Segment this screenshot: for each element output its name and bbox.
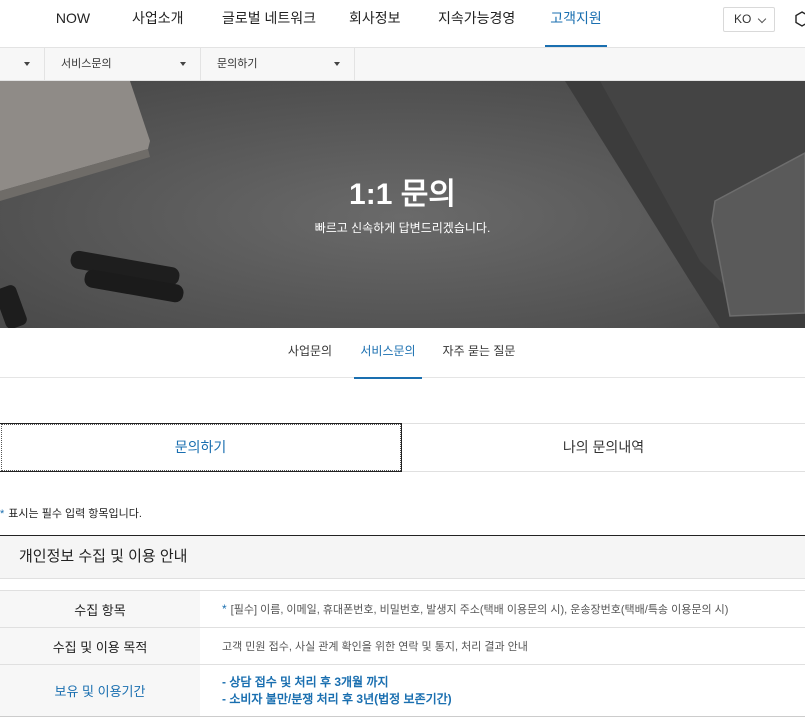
row-header: 수집 및 이용 목적 xyxy=(0,628,200,664)
row-value-text: [필수] 이름, 이메일, 휴대폰번호, 비밀번호, 발생지 주소(택배 이용문… xyxy=(230,604,729,616)
row-value: * [필수] 이름, 이메일, 휴대폰번호, 비밀번호, 발생지 주소(택배 이… xyxy=(222,591,728,627)
table-row: 보유 및 이용기간 - 상담 접수 및 처리 후 3개월 까지 - 소비자 불만… xyxy=(0,664,805,717)
gnb-item-global-network[interactable]: 글로벌 네트워크 xyxy=(222,0,316,47)
row-header: 보유 및 이용기간 xyxy=(0,665,200,716)
breadcrumb: 서비스문의 문의하기 xyxy=(0,47,805,81)
breadcrumb-depth3[interactable]: 문의하기 xyxy=(201,48,355,80)
hexagon-icon[interactable] xyxy=(795,11,805,27)
privacy-section-title: 개인정보 수집 및 이용 안내 xyxy=(0,535,805,579)
chevron-down-icon xyxy=(757,14,767,24)
gnb-item-company[interactable]: 회사정보 xyxy=(349,0,401,47)
caret-down-icon xyxy=(24,62,30,66)
required-note-text: 표시는 필수 입력 항목입니다. xyxy=(8,508,142,520)
breadcrumb-label: 서비스문의 xyxy=(61,58,112,70)
hero-banner: 1:1 문의 빠르고 신속하게 답변드리겠습니다. xyxy=(0,81,805,328)
caret-down-icon xyxy=(180,62,186,66)
sub-tabs: 사업문의 서비스문의 자주 묻는 질문 xyxy=(0,328,805,379)
retention-line: - 소비자 불만/분쟁 처리 후 3년(법정 보존기간) xyxy=(222,691,452,706)
row-value-text: 고객 민원 접수, 사실 관계 확인을 위한 연락 및 통지, 처리 결과 안내 xyxy=(222,641,528,653)
privacy-table: 수집 항목 * [필수] 이름, 이메일, 휴대폰번호, 비밀번호, 발생지 주… xyxy=(0,590,805,717)
tab-my-inquiries[interactable]: 나의 문의내역 xyxy=(402,423,805,472)
tab-service-inquiry[interactable]: 서비스문의 xyxy=(354,328,422,379)
caret-down-icon xyxy=(334,62,340,66)
language-select[interactable]: KO xyxy=(723,7,775,32)
required-star: * xyxy=(222,602,227,616)
gnb-item-sustainability[interactable]: 지속가능경영 xyxy=(438,0,515,47)
language-value: KO xyxy=(734,12,752,26)
page-title: 1:1 문의 xyxy=(349,178,456,211)
required-star: * xyxy=(0,508,5,520)
row-value: - 상담 접수 및 처리 후 3개월 까지 - 소비자 불만/분쟁 처리 후 3… xyxy=(222,665,452,716)
breadcrumb-label: 문의하기 xyxy=(217,58,258,70)
tab-faq[interactable]: 자주 묻는 질문 xyxy=(438,328,520,378)
retention-line: - 상담 접수 및 처리 후 3개월 까지 xyxy=(222,674,389,689)
row-value: 고객 민원 접수, 사실 관계 확인을 위한 연락 및 통지, 처리 결과 안내 xyxy=(222,628,528,664)
breadcrumb-depth2[interactable]: 서비스문의 xyxy=(45,48,201,80)
tab-make-inquiry[interactable]: 문의하기 xyxy=(0,423,402,472)
gnb-item-customer-support[interactable]: 고객지원 xyxy=(545,0,607,47)
row-header: 수집 항목 xyxy=(0,591,200,627)
gnb-item-business[interactable]: 사업소개 xyxy=(132,0,184,47)
table-row: 수집 항목 * [필수] 이름, 이메일, 휴대폰번호, 비밀번호, 발생지 주… xyxy=(0,590,805,627)
page-subtitle: 빠르고 신속하게 답변드리겠습니다. xyxy=(314,221,491,235)
breadcrumb-depth1[interactable] xyxy=(0,48,45,80)
required-note: * 표시는 필수 입력 항목입니다. xyxy=(0,505,142,521)
tab-business-inquiry[interactable]: 사업문의 xyxy=(284,328,336,378)
global-nav: NOW 사업소개 글로벌 네트워크 회사정보 지속가능경영 고객지원 KO xyxy=(0,0,805,47)
gnb-item-now[interactable]: NOW xyxy=(54,0,92,47)
table-row: 수집 및 이용 목적 고객 민원 접수, 사실 관계 확인을 위한 연락 및 통… xyxy=(0,627,805,664)
